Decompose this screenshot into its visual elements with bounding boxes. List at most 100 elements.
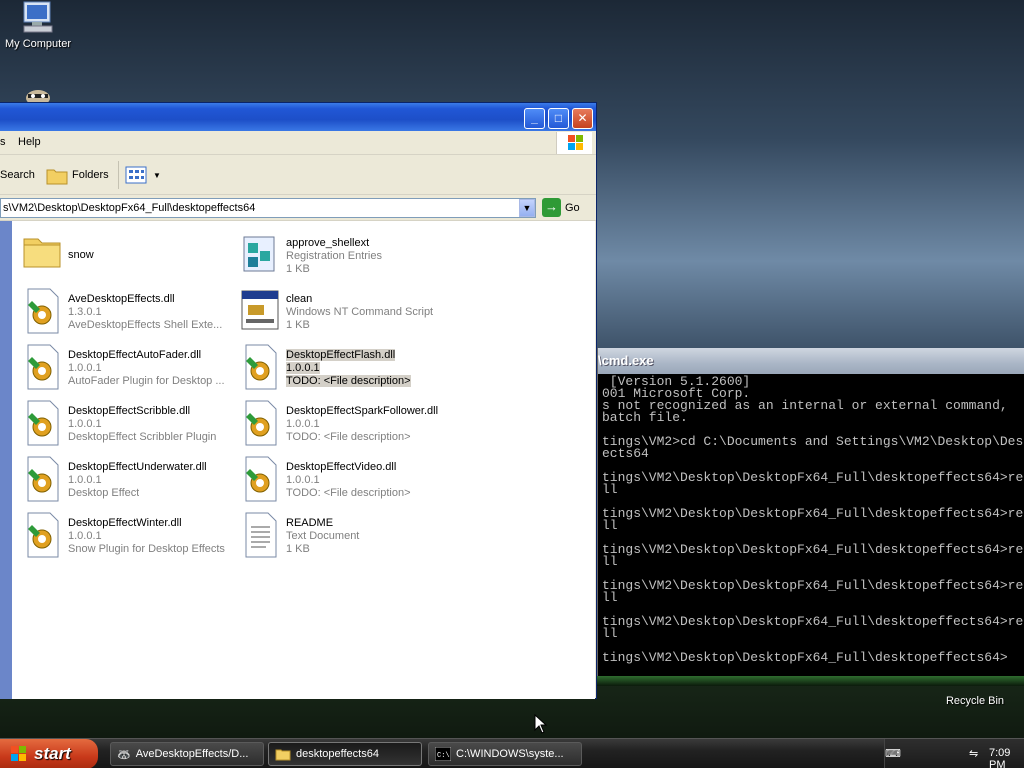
file-name: snow	[68, 249, 94, 261]
file-name: DesktopEffectVideo.dll	[286, 461, 397, 473]
system-tray: ⌨ ⇋ 7:09 PM	[884, 739, 1024, 768]
file-item[interactable]: AveDesktopEffects.dll 1.3.0.1 AveDesktopEf…	[22, 287, 232, 339]
file-name: DesktopEffectSparkFollower.dll	[286, 405, 439, 417]
close-button[interactable]: ✕	[572, 108, 593, 129]
file-item[interactable]: DesktopEffectScribble.dll 1.0.0.1 DesktopE…	[22, 399, 232, 451]
dll-icon	[240, 399, 280, 447]
cmd-icon: C:\	[435, 747, 451, 761]
dll-icon	[22, 399, 62, 447]
cmd-line: tings\VM2\Desktop\DesktopFx64_Full\deskt…	[602, 470, 1024, 485]
clock[interactable]: 7:09 PM	[989, 747, 1024, 768]
file-line2: 1.0.0.1	[68, 362, 102, 374]
file-name: DesktopEffectScribble.dll	[68, 405, 191, 417]
file-item[interactable]: DesktopEffectWinter.dll 1.0.0.1 Snow Plugi…	[22, 511, 232, 563]
mouse-cursor-icon	[534, 714, 548, 734]
taskbar-button-cmd[interactable]: C:\ C:\WINDOWS\syste...	[428, 742, 582, 766]
recycle-bin-label[interactable]: Recycle Bin	[940, 695, 1010, 707]
menu-bar: s Help	[0, 131, 596, 155]
folders-button[interactable]: Folders	[46, 163, 109, 187]
task-label: C:\WINDOWS\syste...	[456, 748, 564, 760]
file-line3: DesktopEffect Scribbler Plugin	[68, 431, 217, 443]
cmd-line: ll	[602, 554, 618, 569]
file-item[interactable]: DesktopEffectSparkFollower.dll 1.0.0.1 TOD…	[240, 399, 450, 451]
cmd-line: ll	[602, 518, 618, 533]
go-button[interactable]: → Go	[542, 198, 580, 217]
explorer-titlebar[interactable]: _ □ ✕	[0, 103, 596, 131]
file-item[interactable]: DesktopEffectUnderwater.dll 1.0.0.1 Deskto…	[22, 455, 232, 507]
minimize-button[interactable]: _	[524, 108, 545, 129]
file-line3: AveDesktopEffects Shell Exte...	[68, 319, 223, 331]
desktop-grass	[597, 676, 1024, 686]
file-name: DesktopEffectFlash.dll	[286, 349, 396, 361]
file-line2: 1.0.0.1	[286, 474, 320, 486]
registry-icon	[240, 231, 280, 279]
cmd-title[interactable]: \cmd.exe	[598, 348, 1024, 374]
views-icon	[125, 166, 147, 184]
taskbar-button-avedesktopeffects[interactable]: 🦝 AveDesktopEffects/D...	[110, 742, 264, 766]
file-line2: 1.0.0.1	[286, 418, 320, 430]
file-line3: 1 KB	[286, 543, 310, 555]
file-line2: 1.0.0.1	[68, 530, 102, 542]
file-line2: Windows NT Command Script	[286, 306, 434, 318]
file-line3: TODO: <File description>	[286, 487, 411, 499]
menu-partial[interactable]: s	[0, 136, 6, 148]
svg-text:C:\: C:\	[437, 752, 450, 760]
cmd-window[interactable]: \cmd.exe [Version 5.1.2600] 001 Microsoft…	[597, 348, 1024, 686]
address-input[interactable]: s\VM2\Desktop\DesktopFx64_Full\desktopef…	[0, 198, 536, 218]
dll-icon	[240, 455, 280, 503]
cmd-output[interactable]: [Version 5.1.2600] 001 Microsoft Corp. s n…	[598, 374, 1024, 664]
file-item[interactable]: README Text Document 1 KB	[240, 511, 450, 563]
search-button[interactable]: Search	[0, 163, 35, 187]
file-line3: Snow Plugin for Desktop Effects	[68, 543, 225, 555]
taskbar-button-desktopeffects64[interactable]: desktopeffects64	[268, 742, 422, 766]
file-item[interactable]: clean Windows NT Command Script 1 KB	[240, 287, 450, 339]
file-name: DesktopEffectAutoFader.dll	[68, 349, 202, 361]
script-icon	[240, 287, 280, 335]
address-bar: s\VM2\Desktop\DesktopFx64_Full\desktopef…	[0, 195, 596, 221]
menu-help[interactable]: Help	[18, 136, 41, 148]
start-label: start	[34, 744, 71, 763]
folders-icon	[46, 169, 68, 185]
dll-icon	[22, 287, 62, 335]
start-button[interactable]: start	[0, 739, 98, 768]
file-item[interactable]: DesktopEffectAutoFader.dll 1.0.0.1 AutoFad…	[22, 343, 232, 395]
keyboard-icon[interactable]: ⌨	[885, 747, 901, 760]
file-line3: 1 KB	[286, 263, 310, 275]
toolbar-separator	[118, 161, 119, 189]
file-item[interactable]: DesktopEffectFlash.dll 1.0.0.1 TODO: <File…	[240, 343, 450, 395]
file-name: approve_shellext	[286, 237, 370, 249]
maximize-button[interactable]: □	[548, 108, 569, 129]
cmd-line: tings\VM2>cd C:\Documents and Settings\V…	[602, 434, 1024, 449]
cmd-line: tings\VM2\Desktop\DesktopFx64_Full\deskt…	[602, 506, 1024, 521]
windows-flag-icon	[11, 746, 26, 761]
network-icon[interactable]: ⇋	[969, 747, 978, 760]
cmd-line: ll	[602, 626, 618, 641]
my-computer-desktop-icon[interactable]: My Computer	[0, 0, 76, 56]
explorer-window[interactable]: _ □ ✕ s Help Search Folders ▼ s\VM2\Desk…	[0, 102, 597, 699]
file-list[interactable]: snow approve_shellext Registration Entries…	[12, 221, 595, 699]
file-item[interactable]: snow	[22, 231, 232, 283]
dll-icon	[22, 455, 62, 503]
file-item[interactable]: approve_shellext Registration Entries 1 KB	[240, 231, 450, 283]
folder-icon	[22, 231, 62, 279]
search-label: Search	[0, 169, 35, 181]
go-arrow-icon: →	[542, 198, 561, 217]
views-button[interactable]: ▼	[125, 163, 161, 187]
file-line2: 1.0.0.1	[68, 418, 102, 430]
chevron-down-icon: ▼	[153, 170, 161, 180]
file-name: clean	[286, 293, 313, 305]
file-item[interactable]: DesktopEffectVideo.dll 1.0.0.1 TODO: <File…	[240, 455, 450, 507]
windows-logo-icon	[556, 132, 592, 154]
file-name: DesktopEffectUnderwater.dll	[68, 461, 207, 473]
raccoon-icon: 🦝	[117, 748, 131, 761]
dll-icon	[240, 343, 280, 391]
file-line2: 1.3.0.1	[68, 306, 102, 318]
cmd-line: ects64	[602, 446, 649, 461]
address-dropdown-button[interactable]: ▼	[519, 199, 535, 217]
file-line3: Desktop Effect	[68, 487, 140, 499]
folder-icon	[275, 749, 291, 761]
file-line3: 1 KB	[286, 319, 310, 331]
file-line3: TODO: <File description>	[286, 431, 411, 443]
my-computer-label: My Computer	[4, 38, 72, 50]
file-name: DesktopEffectWinter.dll	[68, 517, 182, 529]
